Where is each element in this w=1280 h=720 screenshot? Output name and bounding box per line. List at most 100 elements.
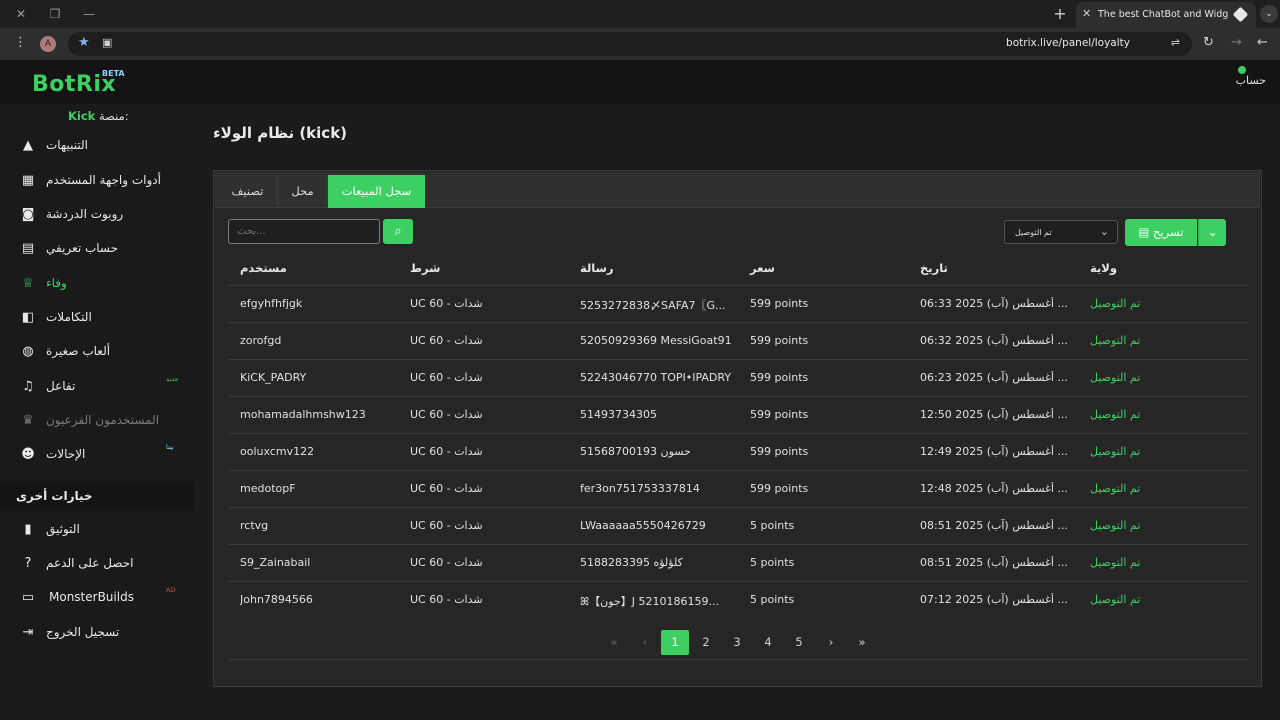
cell-state: تم التوصيل — [1090, 297, 1141, 310]
chevron-down-icon: ⌄ — [1207, 225, 1218, 239]
sidebar-item-subusers[interactable]: ♛ المستخدمون الفرعيون — [0, 406, 194, 436]
menu-dots-icon[interactable]: ⋮ — [14, 35, 27, 50]
page-button[interactable]: 1 — [661, 630, 689, 655]
sidebar-item-integrations[interactable]: ◧ التكاملات — [0, 303, 194, 333]
translate-icon[interactable]: ▣ — [102, 36, 112, 49]
cell-condition: UC 60 - شدات — [410, 408, 483, 421]
page-button[interactable]: 4 — [754, 630, 782, 655]
forward-icon[interactable]: → — [1231, 35, 1242, 50]
page-button[interactable]: 2 — [692, 630, 720, 655]
chevron-down-icon: ⌄ — [1099, 225, 1109, 238]
reload-icon[interactable]: ↻ — [1203, 35, 1214, 50]
cell-price: 599 points — [750, 445, 809, 458]
bookmark-star-icon[interactable]: ★ — [78, 35, 90, 50]
cell-date: 08:51 2025 (آب) أغسطس ... — [920, 556, 1068, 569]
search-button[interactable]: ⌕ — [383, 219, 413, 244]
sidebar-item-label: احصل على الدعم — [46, 556, 134, 570]
site-settings-icon[interactable]: ⇌ — [1171, 36, 1180, 49]
close-tab-icon[interactable]: ✕ — [1082, 7, 1091, 20]
cell-user: rctvg — [240, 519, 269, 532]
browser-tab[interactable]: ✕ The best ChatBot and Widgets — [1076, 2, 1256, 28]
tab-search-icon[interactable]: ⌄ — [1260, 5, 1278, 23]
sidebar-item-widgets[interactable]: ▦ أدوات واجهة المستخدم — [0, 166, 194, 196]
loyalty-panel: تصنيف محل سجل المبيعات ⌕ تم التوصيل ⌄ ▤ … — [213, 170, 1262, 687]
url-input[interactable]: ★ ▣ botrix.live/panel/loyalty ⇌ — [68, 32, 1192, 56]
sidebar-item-referrals[interactable]: ☻ الإحالات بيتا — [0, 440, 194, 470]
cell-condition: UC 60 - شدات — [410, 482, 483, 495]
sidebar-item-profile[interactable]: ▤ حساب تعريفي — [0, 234, 194, 264]
sidebar-item-monsterbuilds[interactable]: ▭ MonsterBuilds AD — [0, 583, 194, 613]
cell-message: ꕤ【جون】J 5210186159... — [580, 595, 719, 608]
browser-tab-bar: ✕ ❐ — + ✕ The best ChatBot and Widgets ⌄ — [0, 0, 1280, 28]
sidebar-item-docs[interactable]: ▮ التوثيق — [0, 515, 194, 545]
book-icon: ▮ — [24, 522, 32, 537]
sidebar-item-loyalty[interactable]: ♕ وفاء — [0, 269, 194, 299]
id-card-icon: ▤ — [21, 241, 35, 256]
sidebar-item-label: أدوات واجهة المستخدم — [46, 173, 161, 187]
sidebar-item-label: MonsterBuilds — [49, 590, 134, 604]
cell-state: تم التوصيل — [1090, 519, 1141, 532]
cell-date: 12:49 2025 (آب) أغسطس ... — [920, 445, 1068, 458]
tab-sales-log[interactable]: سجل المبيعات — [328, 175, 425, 208]
prev-page-button[interactable]: ‹ — [631, 630, 659, 655]
col-header-message[interactable]: رسالة — [580, 261, 614, 275]
col-header-state[interactable]: ولاية — [1090, 261, 1117, 275]
sidebar-item-label: المستخدمون الفرعيون — [46, 413, 160, 427]
back-icon[interactable]: ← — [1257, 35, 1268, 50]
restore-window-icon[interactable]: ❐ — [40, 4, 70, 24]
cell-state: تم التوصيل — [1090, 445, 1141, 458]
cell-user: ooluxcmv122 — [240, 445, 315, 458]
export-button[interactable]: ▤ تسريح — [1125, 219, 1197, 246]
cell-user: KiCK_PADRY — [240, 371, 307, 384]
col-header-date[interactable]: تاريخ — [920, 261, 948, 275]
new-tab-button[interactable]: + — [1050, 4, 1070, 24]
col-header-user[interactable]: مستخدم — [240, 261, 287, 275]
export-label: تسريح — [1153, 225, 1184, 239]
search-input[interactable] — [228, 219, 380, 244]
cell-date: 12:50 2025 (آب) أغسطس ... — [920, 408, 1068, 421]
table-row: KiCK_PADRY UC 60 - شدات 52243046770 TOPI… — [228, 359, 1248, 396]
minimize-window-icon[interactable]: — — [74, 4, 104, 24]
cell-date: 06:32 2025 (آب) أغسطس ... — [920, 334, 1068, 347]
sidebar-item-alerts[interactable]: ▲ التنبيهات — [0, 131, 194, 161]
sidebar-item-support[interactable]: ? احصل على الدعم — [0, 549, 194, 579]
sidebar-item-minigames[interactable]: ◍ ألعاب صغيرة — [0, 337, 194, 367]
cell-condition: UC 60 - شدات — [410, 556, 483, 569]
status-filter-select[interactable]: تم التوصيل ⌄ — [1004, 220, 1118, 244]
sidebar-item-label: روبوت الدردشة — [46, 207, 124, 221]
tab-shop[interactable]: محل — [279, 175, 327, 208]
sidebar-item-chatbot[interactable]: ◙ روبوت الدردشة — [0, 200, 194, 230]
cell-user: mohamadalhmshw123 — [240, 408, 366, 421]
cell-message: 5188283395 كلؤلؤه — [580, 556, 683, 569]
next-page-button[interactable]: › — [817, 630, 845, 655]
table-row: John7894566 UC 60 - شدات ꕤ【جون】J 5210186… — [228, 581, 1248, 618]
cell-price: 5 points — [750, 519, 795, 532]
cell-date: 07:12 2025 (آب) أغسطس ... — [920, 593, 1068, 606]
first-page-button[interactable]: « — [600, 630, 628, 655]
integrations-icon: ◧ — [21, 310, 35, 325]
url-text: botrix.live/panel/loyalty — [1006, 37, 1130, 49]
music-icon: ♫ — [22, 379, 34, 394]
page-button[interactable]: 3 — [723, 630, 751, 655]
cell-condition: UC 60 - شدات — [410, 519, 483, 532]
page-button[interactable]: 5 — [785, 630, 813, 655]
sidebar-item-logout[interactable]: ⇥ تسجيل الخروج — [0, 618, 194, 648]
trophy-icon: ♕ — [22, 276, 34, 291]
cell-price: 599 points — [750, 334, 809, 347]
cell-message: 52243046770 TOPI•IPADRY — [580, 371, 732, 384]
sidebar: Kick منصة: ▲ التنبيهات ▦ أدوات واجهة الم… — [0, 104, 194, 720]
export-dropdown-button[interactable]: ⌄ — [1198, 219, 1226, 246]
close-window-icon[interactable]: ✕ — [6, 4, 36, 24]
beta-badge: بيتا — [166, 443, 174, 451]
col-header-condition[interactable]: شرط — [410, 261, 440, 275]
pagination: « ‹ 1 2 3 4 5 › » — [214, 630, 1263, 656]
account-menu[interactable]: حساب — [1236, 74, 1266, 87]
sidebar-item-interaction[interactable]: ♫ تفاعل جديد — [0, 372, 194, 402]
cell-user: medotopF — [240, 482, 296, 495]
col-header-price[interactable]: سعر — [750, 261, 775, 275]
profile-avatar[interactable]: A — [40, 36, 56, 52]
table-row: rctvg UC 60 - شدات LWaaaaaa5550426729 5 … — [228, 507, 1248, 544]
last-page-button[interactable]: » — [848, 630, 876, 655]
tab-ranking[interactable]: تصنيف — [218, 175, 278, 208]
platform-name: Kick — [68, 109, 96, 123]
